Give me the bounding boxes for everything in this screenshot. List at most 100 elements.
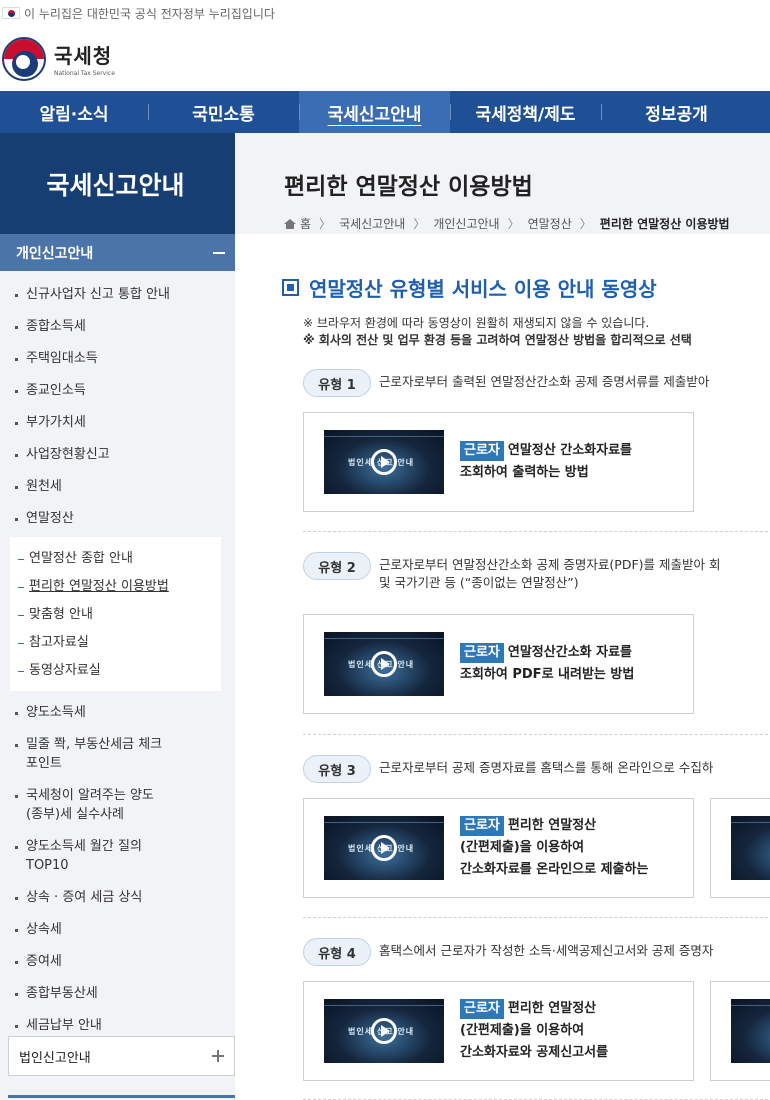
dashed-divider	[303, 734, 770, 735]
video-title: 근로자 연말정산간소화 자료를 조회하여 PDF로 내려받는 방법	[460, 643, 635, 682]
play-icon[interactable]	[371, 1018, 397, 1044]
type-desc: 근로자로부터 공제 증명자료를 홈택스를 통해 온라인으로 수집하	[379, 760, 714, 775]
type-block-4: 유형 4 홈택스에서 근로자가 작성한 소득·세액공제신고서와 공제 증명자 법…	[303, 938, 770, 1081]
video-card[interactable]	[710, 798, 770, 898]
video-card[interactable]: 법인세 신고 안내 근로자 편리한 연말정산 (간편제출)을 이용하여 간소화자료…	[303, 798, 694, 898]
video-thumbnail[interactable]: 법인세 신고 안내	[324, 632, 444, 696]
sidebar-item[interactable]: 사업장현황신고	[0, 445, 235, 464]
korea-flag-icon	[2, 7, 20, 19]
type-desc: 근로자로부터 출력된 연말정산간소화 공제 증명서류를 제출받아	[379, 374, 710, 389]
sidebar-item[interactable]: 부가가치세	[0, 413, 235, 432]
sidebar-item[interactable]: 세금납부 안내	[0, 1016, 235, 1035]
sidebar-section-label: 법인신고안내	[19, 1050, 91, 1066]
type-block-1: 유형 1 근로자로부터 출력된 연말정산간소화 공제 증명서류를 제출받아 법인…	[303, 369, 770, 512]
breadcrumb-item[interactable]: 연말정산	[528, 215, 572, 232]
type-block-3: 유형 3 근로자로부터 공제 증명자료를 홈택스를 통해 온라인으로 수집하 법…	[303, 755, 770, 898]
page-header: 편리한 연말정산 이용방법 홈 〉 국세신고안내 〉 개인신고안내 〉 연말정산…	[235, 133, 770, 234]
collapse-icon[interactable]	[213, 251, 225, 254]
site-logo-text[interactable]: 국세청 National Tax Service	[54, 40, 115, 77]
sidebar-submenu: 연말정산 종합 안내 편리한 연말정산 이용방법 맞춤형 안내 참고자료실 동영…	[10, 537, 221, 691]
breadcrumb-current: 편리한 연말정산 이용방법	[599, 217, 730, 231]
sidebar-subitem[interactable]: 참고자료실	[10, 629, 221, 657]
video-thumbnail[interactable]: 법인세 신고 안내	[324, 999, 444, 1063]
video-thumbnail[interactable]	[731, 816, 770, 880]
type-desc: 홈택스에서 근로자가 작성한 소득·세액공제신고서와 공제 증명자	[379, 943, 714, 958]
sidebar-item[interactable]: 원천세	[0, 477, 235, 496]
home-icon[interactable]	[284, 218, 296, 229]
sidebar-item[interactable]: 양도소득세 월간 질의 TOP10	[0, 837, 170, 875]
sidebar-item[interactable]: 밀줄 쫙, 부동산세금 체크포인트	[0, 735, 175, 773]
chevron-right-icon: 〉	[319, 217, 332, 231]
sidebar-item[interactable]: 국세청이 알려주는 양도(종부)세 실수사례	[0, 786, 180, 824]
worker-tag: 근로자	[460, 643, 504, 663]
main-content: 편리한 연말정산 이용방법 홈 〉 국세신고안내 〉 개인신고안내 〉 연말정산…	[235, 133, 770, 1100]
sidebar-item[interactable]: 상속세	[0, 920, 235, 939]
video-card[interactable]: 법인세 신고 안내 근로자 편리한 연말정산 (간편제출)을 이용하여 간소화자료…	[303, 981, 694, 1081]
video-thumbnail[interactable]: 법인세 신고 안내	[324, 816, 444, 880]
notice: ※ 브라우저 환경에 따라 동영상이 원활히 재생되지 않을 수 있습니다. ※…	[303, 315, 692, 349]
nav-item-communication[interactable]: 국민소통	[148, 91, 299, 133]
logo-name-en: National Tax Service	[54, 70, 115, 77]
play-icon[interactable]	[371, 651, 397, 677]
sidebar-title: 국세신고안내	[0, 133, 235, 234]
breadcrumb-item[interactable]: 국세신고안내	[339, 215, 405, 232]
expand-icon[interactable]	[212, 1050, 224, 1062]
video-title: 근로자 편리한 연말정산 (간편제출)을 이용하여 간소화자료와 공제신고서를	[460, 999, 609, 1060]
video-card[interactable]: 법인세 신고 안내 근로자 연말정산 간소화자료를 조회하여 출력하는 방법	[303, 412, 694, 512]
logo-name-ko: 국세청	[54, 44, 113, 68]
video-thumbnail[interactable]: 법인세 신고 안내	[324, 430, 444, 494]
sidebar-item[interactable]: 양도소득세	[0, 703, 235, 722]
breadcrumb: 홈 〉 국세신고안내 〉 개인신고안내 〉 연말정산 〉 편리한 연말정산 이용…	[284, 215, 770, 232]
nav-item-tax-filing[interactable]: 국세신고안내	[299, 91, 450, 133]
sidebar-item[interactable]: 주택임대소득	[0, 349, 235, 368]
gov-banner: 이 누리집은 대한민국 공식 전자정부 누리집입니다	[0, 0, 770, 26]
type-desc: 근로자로부터 연말정산간소화 공제 증명자료(PDF)를 제출받아 회및 국가기…	[379, 557, 721, 590]
breadcrumb-item[interactable]: 홈	[300, 215, 311, 232]
sidebar-item[interactable]: 상속 · 증여 세금 상식	[0, 888, 235, 907]
page-title: 편리한 연말정산 이용방법	[284, 174, 533, 200]
type-badge: 유형 4	[303, 938, 371, 966]
video-card[interactable]	[710, 981, 770, 1081]
site-header: 국세청 National Tax Service	[0, 26, 770, 91]
play-icon[interactable]	[371, 835, 397, 861]
chevron-right-icon: 〉	[507, 217, 520, 231]
sidebar-subitem[interactable]: 연말정산 종합 안내	[10, 545, 221, 573]
square-bullet-icon	[282, 279, 299, 296]
sidebar-subitem[interactable]: 맞춤형 안내	[10, 601, 221, 629]
nts-logo-icon[interactable]	[2, 36, 46, 81]
play-icon[interactable]	[371, 449, 397, 475]
nav-item-policy[interactable]: 국세정책/제도	[450, 91, 601, 133]
video-card[interactable]: 법인세 신고 안내 근로자 연말정산간소화 자료를 조회하여 PDF로 내려받는 …	[303, 614, 694, 714]
sidebar-item[interactable]: 신규사업자 신고 통합 안내	[0, 285, 235, 304]
sidebar-item-year-end[interactable]: 연말정산	[0, 509, 235, 528]
type-badge: 유형 1	[303, 369, 371, 397]
section-title: 연말정산 유형별 서비스 이용 안내 동영상	[282, 273, 657, 302]
sidebar-item[interactable]: 종합소득세	[0, 317, 235, 336]
chevron-right-icon: 〉	[579, 217, 592, 231]
worker-tag: 근로자	[460, 816, 504, 836]
dashed-divider	[303, 917, 770, 918]
worker-tag: 근로자	[460, 999, 504, 1019]
type-badge: 유형 3	[303, 755, 371, 783]
type-block-2: 유형 2 근로자로부터 연말정산간소화 공제 증명자료(PDF)를 제출받아 회…	[303, 552, 770, 714]
sidebar-subitem[interactable]: 동영상자료실	[10, 657, 221, 685]
main-nav: 알림·소식 국민소통 국세신고안내 국세정책/제도 정보공개	[0, 91, 770, 133]
sidebar-item[interactable]: 종교인소득	[0, 381, 235, 400]
chevron-right-icon: 〉	[413, 217, 426, 231]
nav-item-news[interactable]: 알림·소식	[0, 91, 148, 133]
video-title: 근로자 연말정산 간소화자료를 조회하여 출력하는 방법	[460, 441, 633, 480]
video-title: 근로자 편리한 연말정산 (간편제출)을 이용하여 간소화자료를 온라인으로 제출…	[460, 816, 649, 877]
breadcrumb-item[interactable]: 개인신고안내	[433, 215, 499, 232]
sidebar-section-personal[interactable]: 개인신고안내	[0, 234, 235, 271]
sidebar-item[interactable]: 종합부동산세	[0, 984, 235, 1003]
notice-line: ※ 브라우저 환경에 따라 동영상이 원활히 재생되지 않을 수 있습니다.	[303, 316, 650, 330]
nav-item-disclosure[interactable]: 정보공개	[601, 91, 752, 133]
video-thumbnail[interactable]	[731, 999, 770, 1063]
sidebar-subitem-current[interactable]: 편리한 연말정산 이용방법	[10, 573, 221, 601]
notice-line-bold: ※ 회사의 전산 및 업무 환경 등을 고려하여 연말정산 방법을 합리적으로 …	[303, 333, 692, 347]
sidebar: 국세신고안내 개인신고안내 신규사업자 신고 통합 안내 종합소득세 주택임대소…	[0, 133, 235, 1100]
sidebar-divider	[8, 1095, 235, 1098]
sidebar-menu: 신규사업자 신고 통합 안내 종합소득세 주택임대소득 종교인소득 부가가치세 …	[0, 271, 235, 1035]
sidebar-item[interactable]: 증여세	[0, 952, 235, 971]
sidebar-section-corporate[interactable]: 법인신고안내	[8, 1036, 235, 1076]
